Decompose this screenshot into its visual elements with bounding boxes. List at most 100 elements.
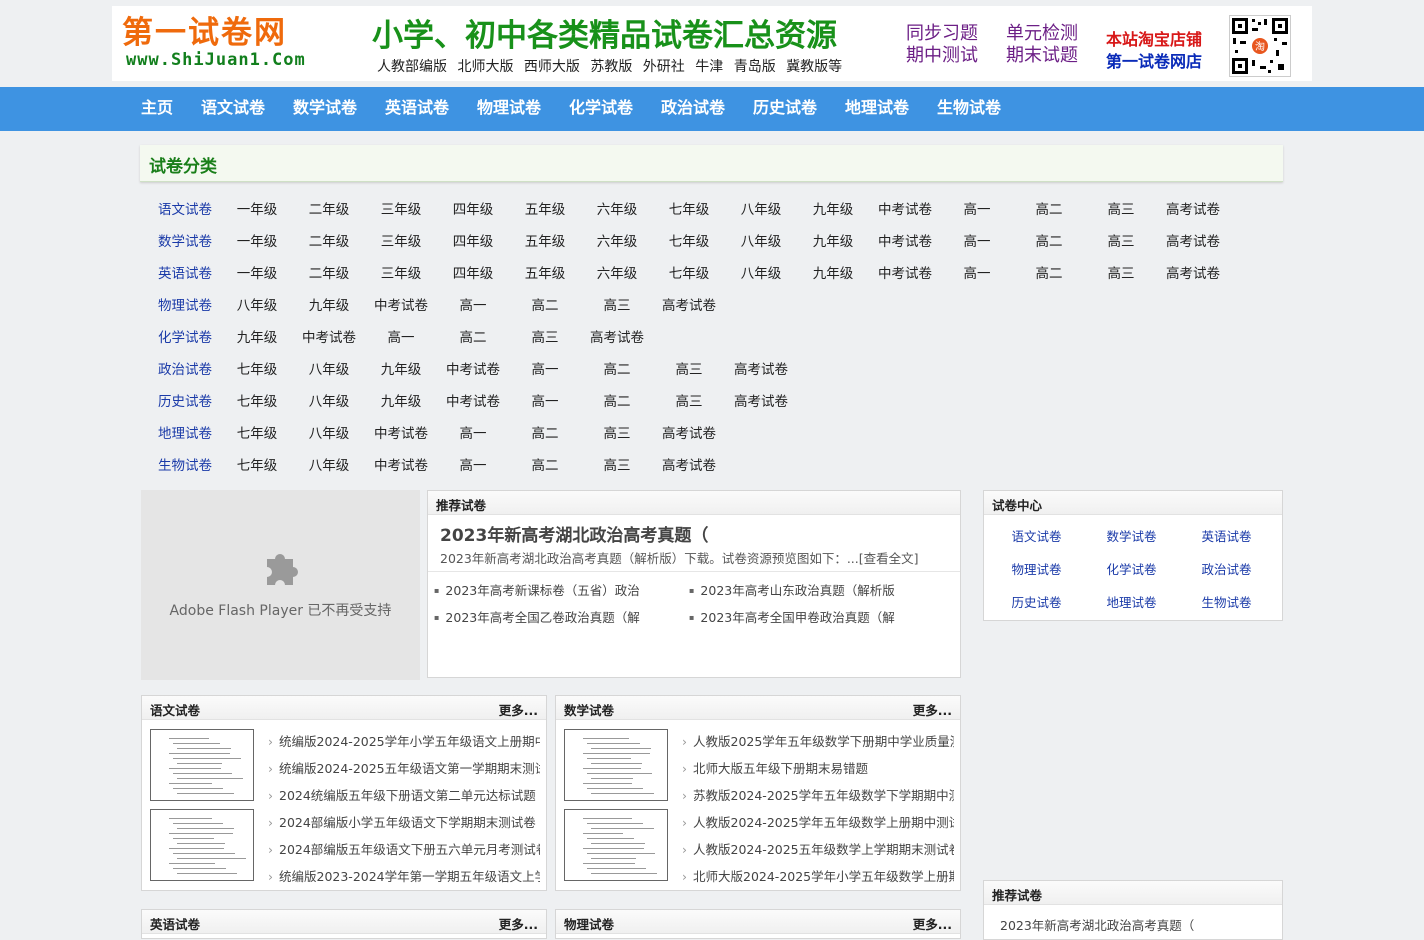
- recommend-desc[interactable]: 2023年新高考湖北政治高考真题（解析版）下载。试卷资源预览图如下：...[查看…: [440, 548, 919, 567]
- nav-politics[interactable]: 政治试卷: [661, 87, 725, 131]
- chinese-more-link[interactable]: 更多...: [499, 700, 538, 719]
- nav-home[interactable]: 主页: [141, 87, 173, 131]
- category-grade-link[interactable]: 高二: [1013, 230, 1085, 250]
- category-grade-link[interactable]: 中考试卷: [365, 294, 437, 314]
- exam-list-item[interactable]: 2024部编版五年级语文下册五六单元月考测试卷: [268, 839, 540, 858]
- category-grade-link[interactable]: 高考试卷: [653, 454, 725, 474]
- taobao-shop-name[interactable]: 第一试卷网店: [1106, 48, 1202, 72]
- category-grade-link[interactable]: 高考试卷: [1157, 230, 1229, 250]
- recommend-item[interactable]: 2023年高考全国甲卷政治真题（解: [689, 607, 894, 626]
- category-grade-link[interactable]: 三年级: [365, 230, 437, 250]
- category-grade-link[interactable]: 高三: [581, 294, 653, 314]
- category-grade-link[interactable]: 六年级: [581, 198, 653, 218]
- category-grade-link[interactable]: 高一: [437, 454, 509, 474]
- site-logo[interactable]: 第一试卷网: [122, 14, 287, 52]
- category-grade-link[interactable]: 高一: [941, 230, 1013, 250]
- category-grade-link[interactable]: 高一: [509, 358, 581, 378]
- category-grade-link[interactable]: 八年级: [725, 198, 797, 218]
- category-grade-link[interactable]: 三年级: [365, 198, 437, 218]
- category-subject-link[interactable]: 化学试卷: [149, 326, 221, 346]
- category-grade-link[interactable]: 三年级: [365, 262, 437, 282]
- recommend-item[interactable]: 2023年高考山东政治真题（解析版: [689, 580, 894, 599]
- exam-list-item[interactable]: 2024统编版五年级下册语文第二单元达标试题: [268, 785, 540, 804]
- category-grade-link[interactable]: 高二: [1013, 198, 1085, 218]
- exam-list-item[interactable]: 人教版2024-2025学年五年级数学上册期中测试: [682, 812, 954, 831]
- category-grade-link[interactable]: 高一: [365, 326, 437, 346]
- category-grade-link[interactable]: 九年级: [797, 230, 869, 250]
- category-grade-link[interactable]: 二年级: [293, 198, 365, 218]
- nav-english[interactable]: 英语试卷: [385, 87, 449, 131]
- category-grade-link[interactable]: 高三: [1085, 230, 1157, 250]
- category-grade-link[interactable]: 高三: [1085, 198, 1157, 218]
- category-grade-link[interactable]: 高一: [941, 262, 1013, 282]
- category-grade-link[interactable]: 高三: [1085, 262, 1157, 282]
- category-grade-link[interactable]: 高考试卷: [1157, 198, 1229, 218]
- category-grade-link[interactable]: 五年级: [509, 262, 581, 282]
- category-subject-link[interactable]: 物理试卷: [149, 294, 221, 314]
- category-subject-link[interactable]: 语文试卷: [149, 198, 221, 218]
- category-grade-link[interactable]: 八年级: [293, 422, 365, 442]
- category-grade-link[interactable]: 中考试卷: [293, 326, 365, 346]
- exam-center-link[interactable]: 语文试卷: [989, 526, 1084, 545]
- category-grade-link[interactable]: 八年级: [293, 358, 365, 378]
- category-grade-link[interactable]: 四年级: [437, 198, 509, 218]
- category-grade-link[interactable]: 高考试卷: [725, 358, 797, 378]
- exam-center-link[interactable]: 数学试卷: [1084, 526, 1179, 545]
- category-grade-link[interactable]: 一年级: [221, 230, 293, 250]
- category-grade-link[interactable]: 九年级: [293, 294, 365, 314]
- category-grade-link[interactable]: 高二: [509, 422, 581, 442]
- category-grade-link[interactable]: 中考试卷: [437, 390, 509, 410]
- category-grade-link[interactable]: 五年级: [509, 198, 581, 218]
- category-grade-link[interactable]: 一年级: [221, 198, 293, 218]
- recommend-item[interactable]: 2023年高考全国乙卷政治真题（解: [434, 607, 639, 626]
- category-grade-link[interactable]: 高考试卷: [653, 294, 725, 314]
- category-subject-link[interactable]: 生物试卷: [149, 454, 221, 474]
- category-grade-link[interactable]: 中考试卷: [437, 358, 509, 378]
- physics-more-link[interactable]: 更多...: [913, 914, 952, 933]
- category-grade-link[interactable]: 高二: [509, 294, 581, 314]
- category-grade-link[interactable]: 高考试卷: [725, 390, 797, 410]
- exam-center-link[interactable]: 化学试卷: [1084, 559, 1179, 578]
- exam-list-item[interactable]: 人教版2025学年五年级数学下册期中学业质量测: [682, 731, 954, 750]
- taobao-link[interactable]: 本站淘宝店铺: [1106, 26, 1202, 50]
- category-grade-link[interactable]: 九年级: [797, 262, 869, 282]
- category-grade-link[interactable]: 高考试卷: [1157, 262, 1229, 282]
- category-grade-link[interactable]: 五年级: [509, 230, 581, 250]
- category-grade-link[interactable]: 高考试卷: [653, 422, 725, 442]
- nav-geography[interactable]: 地理试卷: [845, 87, 909, 131]
- category-subject-link[interactable]: 历史试卷: [149, 390, 221, 410]
- exam-list-item[interactable]: 统编版2024-2025学年小学五年级语文上册期中: [268, 731, 540, 750]
- category-subject-link[interactable]: 政治试卷: [149, 358, 221, 378]
- category-grade-link[interactable]: 高三: [581, 422, 653, 442]
- category-grade-link[interactable]: 八年级: [221, 294, 293, 314]
- category-subject-link[interactable]: 地理试卷: [149, 422, 221, 442]
- category-grade-link[interactable]: 高二: [1013, 262, 1085, 282]
- category-subject-link[interactable]: 英语试卷: [149, 262, 221, 282]
- category-grade-link[interactable]: 中考试卷: [365, 422, 437, 442]
- recommend-title[interactable]: 2023年新高考湖北政治高考真题（: [440, 521, 708, 546]
- nav-history[interactable]: 历史试卷: [753, 87, 817, 131]
- category-grade-link[interactable]: 八年级: [293, 390, 365, 410]
- category-grade-link[interactable]: 七年级: [653, 230, 725, 250]
- category-grade-link[interactable]: 高三: [509, 326, 581, 346]
- exam-center-link[interactable]: 历史试卷: [989, 592, 1084, 611]
- category-grade-link[interactable]: 七年级: [221, 454, 293, 474]
- category-grade-link[interactable]: 二年级: [293, 262, 365, 282]
- category-grade-link[interactable]: 高考试卷: [581, 326, 653, 346]
- category-grade-link[interactable]: 高三: [653, 358, 725, 378]
- nav-chemistry[interactable]: 化学试卷: [569, 87, 633, 131]
- exam-thumbnail[interactable]: [564, 729, 668, 801]
- category-grade-link[interactable]: 八年级: [293, 454, 365, 474]
- category-grade-link[interactable]: 中考试卷: [365, 454, 437, 474]
- category-subject-link[interactable]: 数学试卷: [149, 230, 221, 250]
- exam-center-link[interactable]: 物理试卷: [989, 559, 1084, 578]
- exam-center-link[interactable]: 政治试卷: [1179, 559, 1274, 578]
- exam-list-item[interactable]: 统编版2024-2025五年级语文第一学期期末测试: [268, 758, 540, 777]
- exam-thumbnail[interactable]: [150, 729, 254, 801]
- category-grade-link[interactable]: 高二: [509, 454, 581, 474]
- category-grade-link[interactable]: 中考试卷: [869, 230, 941, 250]
- category-grade-link[interactable]: 九年级: [797, 198, 869, 218]
- exam-thumbnail[interactable]: [150, 809, 254, 881]
- category-grade-link[interactable]: 高三: [653, 390, 725, 410]
- category-grade-link[interactable]: 中考试卷: [869, 262, 941, 282]
